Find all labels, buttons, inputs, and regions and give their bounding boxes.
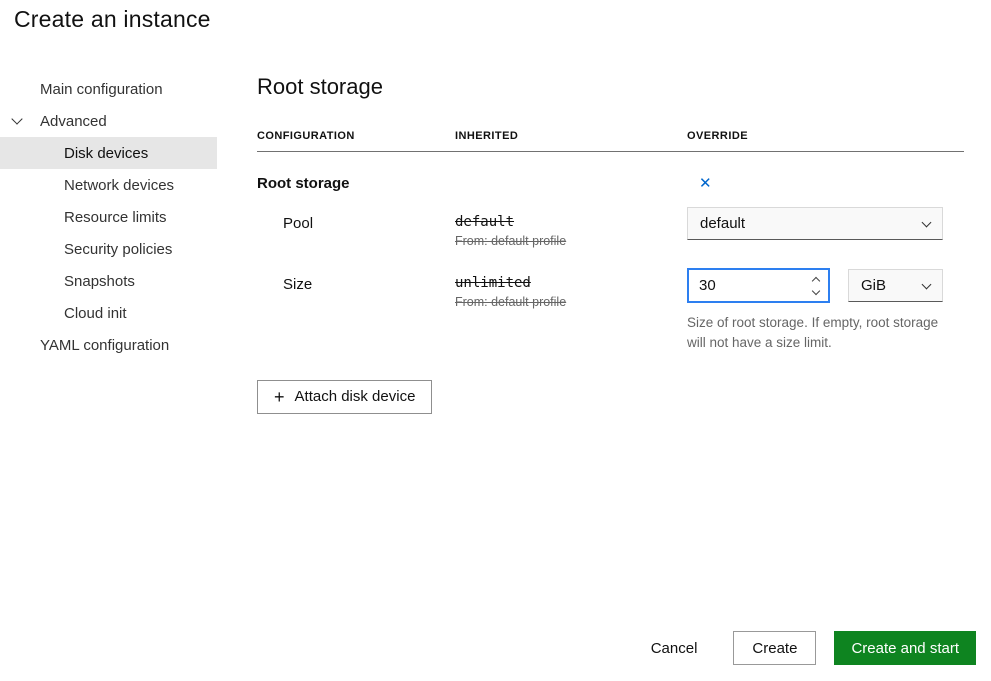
size-inherited-cell: unlimited From: default profile <box>455 268 687 354</box>
pool-inherited-value: default <box>455 214 687 230</box>
size-input-wrapper <box>687 268 830 303</box>
size-inherited-value: unlimited <box>455 275 687 291</box>
stepper-down-icon[interactable] <box>812 286 820 294</box>
size-help-text: Size of root storage. If empty, root sto… <box>687 313 959 354</box>
table-row-pool: Pool default From: default profile defau… <box>257 207 964 248</box>
size-override-cell: GiB Size of root storage. If empty, root… <box>687 268 964 354</box>
column-header-inherited: INHERITED <box>455 130 687 142</box>
size-unit-value: GiB <box>861 277 886 294</box>
cancel-button[interactable]: Cancel <box>637 631 712 665</box>
sidebar-item-advanced[interactable]: Advanced <box>0 105 217 137</box>
sidebar-item-label: Snapshots <box>64 273 135 290</box>
sidebar-item-network-devices[interactable]: Network devices <box>0 169 217 201</box>
pool-select[interactable]: default <box>687 207 943 240</box>
close-icon: ✕ <box>699 175 712 192</box>
form-footer: Cancel Create Create and start <box>637 631 976 665</box>
row-label-size: Size <box>257 268 455 354</box>
column-header-configuration: CONFIGURATION <box>257 130 455 142</box>
attach-disk-device-button[interactable]: + Attach disk device <box>257 380 432 414</box>
pool-override-cell: default <box>687 207 964 248</box>
table-row-size: Size unlimited From: default profile GiB <box>257 268 964 354</box>
create-button[interactable]: Create <box>733 631 816 665</box>
plus-icon: + <box>274 388 285 406</box>
pool-inherited-source: From: default profile <box>455 234 687 248</box>
size-stepper <box>811 270 828 301</box>
sidebar-item-security-policies[interactable]: Security policies <box>0 233 217 265</box>
sidebar-item-label: Resource limits <box>64 209 167 226</box>
sidebar-item-label: Main configuration <box>40 81 163 98</box>
attach-disk-device-label: Attach disk device <box>295 388 416 405</box>
form-navigation-sidebar: Main configuration Advanced Disk devices… <box>0 73 217 361</box>
table-row-root-storage: Root storage ✕ <box>257 152 964 193</box>
sidebar-item-label: Cloud init <box>64 305 127 322</box>
row-label-root-storage: Root storage <box>257 175 455 192</box>
create-and-start-button[interactable]: Create and start <box>834 631 976 665</box>
column-header-override: OVERRIDE <box>687 130 964 142</box>
root-storage-panel: Root storage CONFIGURATION INHERITED OVE… <box>257 62 964 414</box>
pool-select-value: default <box>700 215 745 232</box>
sidebar-item-disk-devices[interactable]: Disk devices <box>0 137 217 169</box>
sidebar-item-main-configuration[interactable]: Main configuration <box>0 73 217 105</box>
sidebar-item-label: YAML configuration <box>40 337 169 354</box>
size-unit-select[interactable]: GiB <box>848 269 943 302</box>
chevron-down-icon <box>922 279 932 289</box>
chevron-down-icon <box>922 217 932 227</box>
section-heading: Root storage <box>257 74 964 100</box>
chevron-down-icon <box>11 113 22 124</box>
sidebar-item-label: Security policies <box>64 241 172 258</box>
sidebar-item-label: Advanced <box>40 113 107 130</box>
sidebar-item-snapshots[interactable]: Snapshots <box>0 265 217 297</box>
sidebar-item-label: Network devices <box>64 177 174 194</box>
clear-override-button[interactable]: ✕ <box>695 174 716 193</box>
size-inherited-source: From: default profile <box>455 295 687 309</box>
size-input[interactable] <box>689 270 811 301</box>
pool-inherited-cell: default From: default profile <box>455 207 687 248</box>
sidebar-item-yaml-configuration[interactable]: YAML configuration <box>0 329 217 361</box>
sidebar-item-resource-limits[interactable]: Resource limits <box>0 201 217 233</box>
row-label-pool: Pool <box>257 207 455 248</box>
sidebar-item-label: Disk devices <box>64 145 148 162</box>
sidebar-item-cloud-init[interactable]: Cloud init <box>0 297 217 329</box>
config-table-header: CONFIGURATION INHERITED OVERRIDE <box>257 130 964 152</box>
page-title: Create an instance <box>14 6 211 33</box>
stepper-up-icon[interactable] <box>812 276 820 284</box>
